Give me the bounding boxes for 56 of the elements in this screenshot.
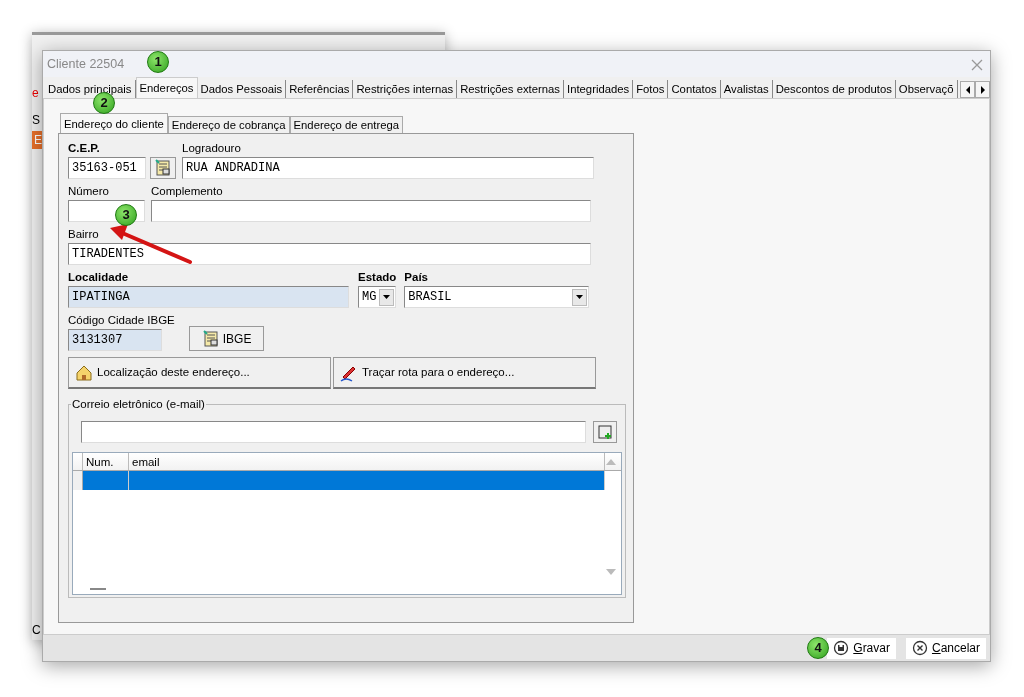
input-field[interactable]: 35163-051 — [68, 157, 146, 179]
background-text: S — [32, 112, 40, 129]
cancel-button[interactable]: Cancelar — [905, 637, 986, 659]
caret-icon — [383, 295, 390, 299]
close-icon — [911, 640, 928, 656]
background-text: e — [32, 85, 39, 102]
dropdown[interactable]: MG — [358, 286, 396, 308]
action-button[interactable]: Traçar rota para o endereço... — [333, 357, 596, 389]
scroll-down-icon — [606, 569, 616, 575]
email-input[interactable] — [81, 421, 586, 443]
background-text: C — [32, 622, 41, 639]
caret-icon — [576, 295, 584, 299]
add-icon — [597, 424, 613, 440]
tab[interactable]: Endereço de cobrança — [167, 116, 290, 133]
house-icon — [75, 363, 93, 382]
tab[interactable]: Avalistas — [720, 80, 773, 98]
window-title: Cliente 22504 — [47, 55, 125, 73]
field-label: Localidade — [68, 271, 130, 284]
tab[interactable]: Endereço de entrega — [289, 116, 404, 133]
save-button[interactable]: Gravar — [827, 637, 896, 659]
field-label: Código Cidade IBGE — [68, 314, 175, 327]
column-header: email — [129, 453, 605, 470]
group-title: Correio eletrônico (e-mail) — [71, 398, 206, 411]
field-label: País — [404, 271, 429, 284]
field-label: Número — [68, 185, 110, 198]
column-header: Num. — [83, 453, 129, 470]
scroll-up-icon — [606, 459, 616, 465]
scroll-left-button[interactable] — [960, 81, 975, 98]
input-field[interactable] — [151, 200, 591, 222]
input-field[interactable]: TIRADENTES — [68, 243, 591, 265]
input-field[interactable]: IPATINGA — [68, 286, 349, 308]
save-label: Gravar — [853, 640, 890, 657]
triangle-right-icon — [978, 84, 987, 95]
document-icon — [201, 329, 220, 348]
tab[interactable]: Endereços — [135, 77, 198, 98]
dropdown[interactable]: BRASIL — [404, 286, 590, 308]
ibge-button[interactable]: IBGE — [188, 326, 265, 351]
add-button[interactable] — [593, 421, 617, 443]
field-label: Estado — [358, 271, 397, 284]
dropdown-value: MG — [362, 289, 377, 306]
input-field[interactable]: RUA ANDRADINA — [182, 157, 594, 179]
table-row[interactable] — [73, 471, 605, 490]
field-label: Complemento — [151, 185, 224, 198]
disk-icon — [833, 640, 850, 656]
dropdown-value: BRASIL — [408, 289, 452, 306]
input-field[interactable]: 3131307 — [68, 329, 162, 351]
field-label: Bairro — [68, 228, 100, 241]
action-button[interactable]: Localização deste endereço... — [68, 357, 331, 389]
lookup-button[interactable] — [150, 157, 176, 179]
scroll-right-button[interactable] — [975, 81, 990, 98]
close-icon — [970, 57, 984, 72]
cancel-label: Cancelar — [931, 640, 980, 657]
field-label: Logradouro — [182, 142, 242, 155]
document-icon — [154, 159, 172, 177]
tab[interactable]: Endereço do cliente — [60, 113, 168, 133]
field-label: C.E.P. — [68, 142, 101, 155]
